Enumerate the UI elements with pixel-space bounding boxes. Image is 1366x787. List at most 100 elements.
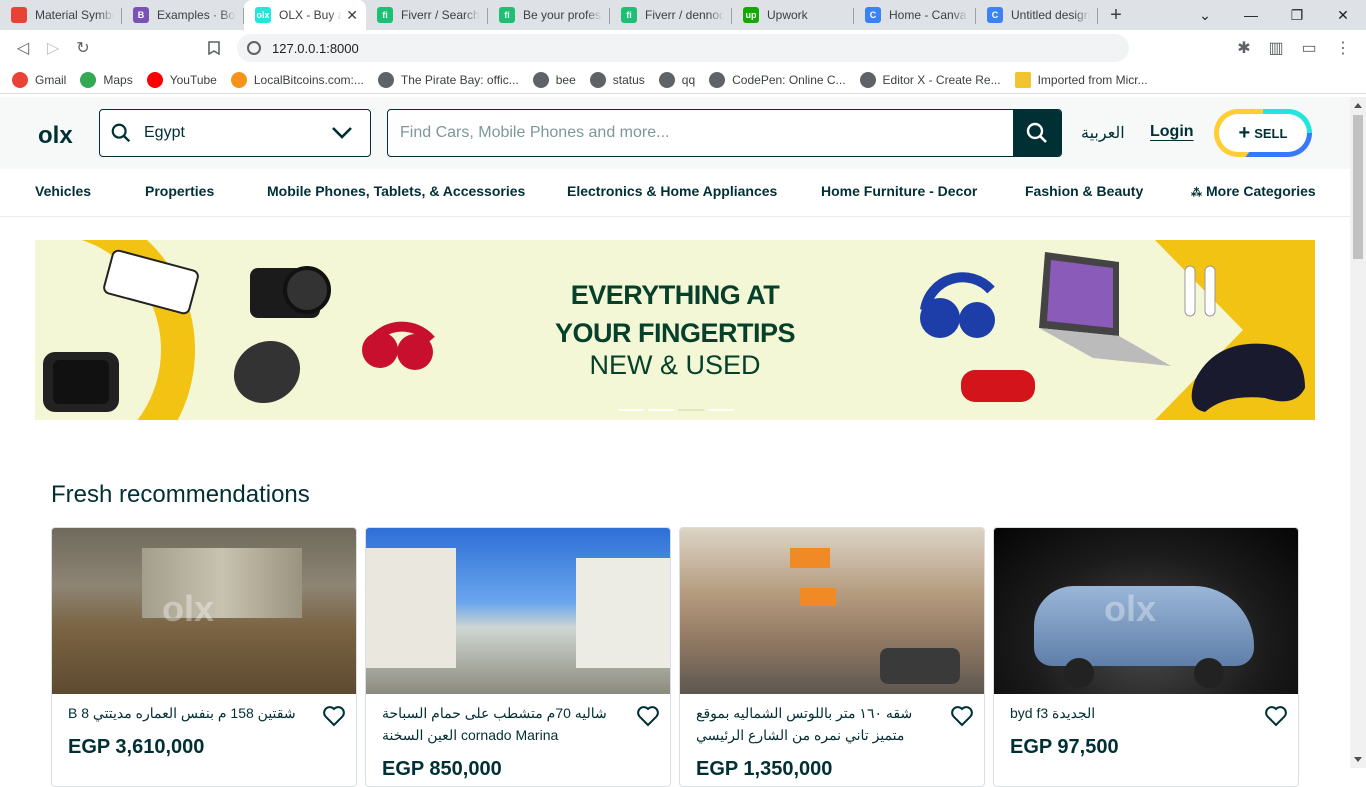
- tab-title: Material Symbols: [35, 8, 114, 22]
- bookmark-item[interactable]: LocalBitcoins.com:...: [230, 71, 364, 88]
- browser-tab[interactable]: fi Be your professional: [488, 0, 610, 30]
- listing-image: [680, 528, 984, 694]
- close-window-icon[interactable]: ✕: [1320, 0, 1366, 30]
- bookmark-item[interactable]: Maps: [80, 71, 133, 88]
- browser-tab[interactable]: B Examples · Bootstrap: [122, 0, 244, 30]
- location-select[interactable]: Egypt: [99, 109, 371, 157]
- menu-icon[interactable]: ⋮: [1328, 33, 1358, 63]
- browser-tab[interactable]: Material Symbols: [0, 0, 122, 30]
- bookmark-label: CodePen: Online C...: [732, 72, 846, 87]
- bookmark-label: qq: [681, 72, 696, 87]
- extensions-icon[interactable]: ✱: [1229, 33, 1259, 63]
- sell-button[interactable]: + SELL: [1214, 109, 1312, 157]
- bookmarks-bar: Gmail Maps YouTube LocalBitcoins.com:... The…: [0, 66, 1366, 94]
- listing-card[interactable]: olx byd f3 الجديدة EGP 97,500: [993, 527, 1299, 787]
- category-more[interactable]: ⁂ More Categories: [1191, 183, 1316, 199]
- category-vehicles[interactable]: Vehicles: [35, 183, 91, 199]
- scroll-up-icon[interactable]: [1354, 103, 1362, 108]
- browser-tab[interactable]: fi Fiverr / dennodesign: [610, 0, 732, 30]
- search-button[interactable]: [1013, 110, 1061, 156]
- carousel-dot-active[interactable]: [678, 409, 704, 411]
- tab-favicon-icon: up: [743, 7, 759, 23]
- category-home-furniture[interactable]: Home Furniture - Decor: [821, 183, 977, 199]
- banner-line-1: EVERYTHING AT: [570, 280, 780, 310]
- login-link[interactable]: Login: [1150, 123, 1194, 141]
- listing-card[interactable]: شقه ١٦٠ متر باللوتس الشماليه بموقع متميز…: [679, 527, 985, 787]
- minimize-icon[interactable]: —: [1228, 0, 1274, 30]
- listing-price: EGP 850,000: [382, 758, 502, 780]
- side-panel-icon[interactable]: ▥: [1261, 33, 1291, 63]
- bookmark-item[interactable]: bee: [532, 71, 576, 88]
- bookmark-label: bee: [555, 72, 576, 87]
- url-text: 127.0.0.1:8000: [272, 40, 359, 56]
- category-properties[interactable]: Properties: [145, 183, 214, 199]
- favorite-heart-icon[interactable]: [636, 704, 660, 728]
- back-icon[interactable]: ◁: [8, 33, 38, 63]
- listing-title: شقه ١٦٠ متر باللوتس الشماليه بموقع متميز…: [696, 705, 913, 743]
- bookmark-item[interactable]: The Pirate Bay: offic...: [377, 71, 519, 88]
- scrollbar-thumb[interactable]: [1353, 115, 1363, 259]
- listing-card[interactable]: olx B 8 شقتين 158 م بنفس العماره مديتتي …: [51, 527, 357, 787]
- carousel-dot[interactable]: [618, 409, 644, 411]
- tab-favicon-icon: fi: [621, 7, 637, 23]
- bookmark-item[interactable]: Gmail: [12, 71, 66, 88]
- more-categories-label: More Categories: [1206, 183, 1316, 199]
- bookmark-item[interactable]: status: [589, 71, 645, 88]
- favorite-heart-icon[interactable]: [322, 704, 346, 728]
- bookmark-item[interactable]: Imported from Micr...: [1014, 71, 1148, 88]
- carousel-dot[interactable]: [648, 409, 674, 411]
- listing-price: EGP 1,350,000: [696, 758, 833, 780]
- bookmark-favicon-icon: [230, 71, 247, 88]
- bookmark-label: Imported from Micr...: [1037, 72, 1148, 87]
- banner-headline: EVERYTHING AT YOUR FINGERTIPS: [545, 276, 805, 352]
- listing-card[interactable]: شاليه 70م متشطب على حمام السباحة cornado…: [365, 527, 671, 787]
- forward-icon[interactable]: ▷: [38, 33, 68, 63]
- browser-toolbar: ◁ ▷ ↻ 127.0.0.1:8000 ✱ ▥ ▭ ⋮: [0, 30, 1366, 66]
- bookmark-label: YouTube: [169, 72, 217, 87]
- bookmark-item[interactable]: CodePen: Online C...: [709, 71, 846, 88]
- category-mobile-phones[interactable]: Mobile Phones, Tablets, & Accessories: [267, 183, 525, 199]
- browser-tab[interactable]: fi Fiverr / Search Results: [366, 0, 488, 30]
- search-input[interactable]: Find Cars, Mobile Phones and more...: [388, 124, 1013, 142]
- bookmark-item[interactable]: qq: [658, 71, 696, 88]
- page-scrollbar[interactable]: [1350, 97, 1366, 768]
- wallet-icon[interactable]: ▭: [1294, 33, 1324, 63]
- browser-tab[interactable]: C Home - Canva: [854, 0, 976, 30]
- favorite-heart-icon[interactable]: [950, 704, 974, 728]
- categories-icon: ⁂: [1191, 187, 1202, 199]
- category-electronics[interactable]: Electronics & Home Appliances: [567, 183, 777, 199]
- folder-icon: [1014, 71, 1031, 88]
- banner-subline: NEW & USED: [589, 350, 761, 380]
- language-toggle[interactable]: العربية: [1081, 123, 1125, 143]
- bookmark-item[interactable]: Editor X - Create Re...: [859, 71, 1001, 88]
- chevron-down-icon: [332, 127, 352, 139]
- close-tab-icon[interactable]: ✕: [346, 7, 358, 24]
- browser-tab[interactable]: olx OLX - Buy and Sell✕: [244, 0, 366, 30]
- browser-tab[interactable]: up Upwork: [732, 0, 854, 30]
- tab-search-icon[interactable]: ⌄: [1182, 0, 1228, 30]
- section-title: Fresh recommendations: [51, 481, 310, 508]
- restore-icon[interactable]: ❐: [1274, 0, 1320, 30]
- new-tab-icon[interactable]: +: [1098, 0, 1134, 30]
- favorite-heart-icon[interactable]: [1264, 704, 1288, 728]
- bookmark-label: status: [612, 72, 645, 87]
- reload-icon[interactable]: ↻: [68, 33, 98, 63]
- tab-favicon-icon: [11, 7, 27, 23]
- search-field[interactable]: Find Cars, Mobile Phones and more...: [387, 109, 1062, 157]
- tab-title: Be your professional: [523, 8, 602, 22]
- carousel-dots: [618, 409, 734, 411]
- scroll-down-icon[interactable]: [1354, 757, 1362, 762]
- address-bar[interactable]: 127.0.0.1:8000: [237, 34, 1129, 62]
- bookmark-favicon-icon: [377, 71, 394, 88]
- carousel-dot[interactable]: [708, 409, 734, 411]
- site-info-icon[interactable]: [247, 41, 261, 55]
- bookmark-item[interactable]: YouTube: [146, 71, 217, 88]
- listing-price: EGP 3,610,000: [68, 736, 205, 758]
- category-fashion[interactable]: Fashion & Beauty: [1025, 183, 1143, 199]
- browser-tab[interactable]: C Untitled design: [976, 0, 1098, 30]
- olx-logo[interactable]: olx: [38, 122, 73, 150]
- bookmark-label: The Pirate Bay: offic...: [400, 72, 519, 87]
- bookmark-label: Maps: [103, 72, 133, 87]
- hero-banner[interactable]: EVERYTHING AT YOUR FINGERTIPS NEW & USED: [35, 240, 1315, 420]
- bookmark-icon[interactable]: [199, 33, 229, 63]
